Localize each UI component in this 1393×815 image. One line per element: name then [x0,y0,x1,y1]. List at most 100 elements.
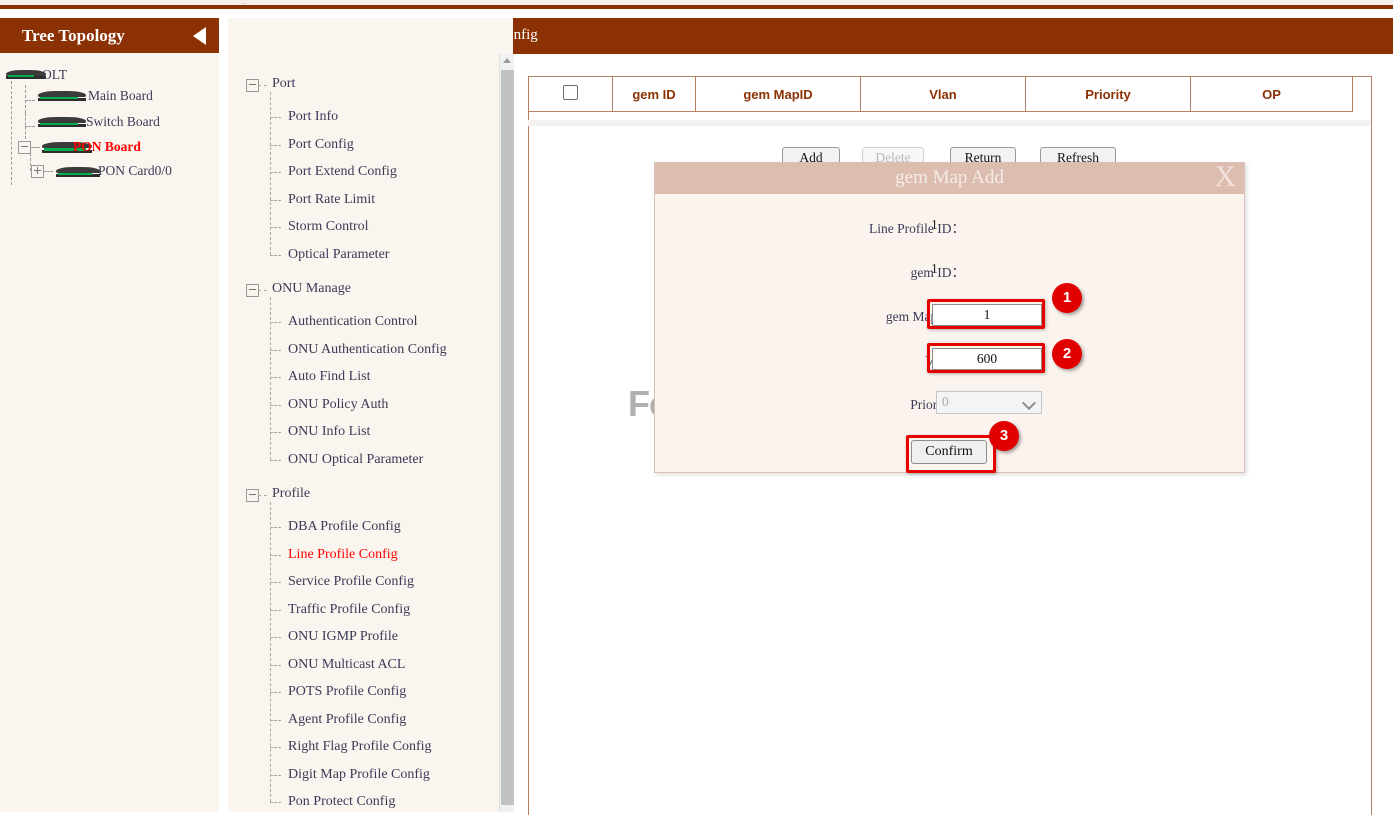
menu-connector [270,350,281,351]
menu-item-traffic-profile-config[interactable]: Traffic Profile Config [288,602,410,618]
navigation-menu-body: Port Port Info Port Config Port Extend Conf… [228,54,513,812]
menu-group-onu-manage[interactable]: ONU Manage [272,281,351,297]
menu-item-onu-policy-auth[interactable]: ONU Policy Auth [288,397,388,413]
vlan-input[interactable] [932,348,1042,370]
menu-item-pots-profile-config[interactable]: POTS Profile Config [288,684,406,700]
menu-scrollbar[interactable] [499,54,515,812]
menu-connector [270,775,281,776]
tree-node-pon-board[interactable]: PON Board [73,138,141,155]
device-icon [38,115,86,127]
dialog-title-bar: gem Map Add X [655,163,1244,194]
table-underline [528,120,1370,126]
menu-connector [258,290,267,291]
menu-item-port-extend-config[interactable]: Port Extend Config [288,164,397,180]
tree-node-label: PON Card0/0 [98,163,172,178]
field-label-text: Line Profile ID [869,221,951,236]
menu-item-right-flag-profile-config[interactable]: Right Flag Profile Config [288,739,432,755]
menu-item-authentication-control[interactable]: Authentication Control [288,314,417,330]
field-separator: ： [952,265,966,280]
menu-connector [270,460,281,461]
tree-topology-header: Tree Topology [0,18,219,53]
menu-connector [270,610,281,611]
menu-group-profile[interactable]: Profile [272,486,310,502]
navigation-menu-panel: Port Port Info Port Config Port Extend Conf… [228,18,513,812]
tree-node-pon-card[interactable]: PON Card0/0 [98,162,172,179]
column-header[interactable]: gem MapID [696,77,861,112]
chevron-down-icon [1022,396,1036,410]
scroll-up-arrow-icon[interactable] [503,58,511,63]
field-separator: ： [952,221,966,236]
table-header-row: gem ID gem MapID Vlan Priority OP [529,77,1353,112]
tree-connector [25,85,26,113]
priority-selected-value: 0 [942,394,949,410]
tree-connector [30,147,40,148]
menu-connector [270,527,281,528]
menu-group-port[interactable]: Port [272,76,295,92]
menu-connector [270,555,281,556]
menu-item-storm-control[interactable]: Storm Control [288,219,369,235]
menu-item-auto-find-list[interactable]: Auto Find List [288,369,370,385]
tree-connector [11,81,12,185]
menu-item-dba-profile-config[interactable]: DBA Profile Config [288,519,401,535]
menu-connector [270,145,281,146]
menu-item-service-profile-config[interactable]: Service Profile Config [288,574,414,590]
gem-mapid-input[interactable] [932,304,1042,326]
gem-id-value: 1 [931,261,938,277]
menu-item-pon-protect-config[interactable]: Pon Protect Config [288,794,395,810]
line-profile-id-value: 1 [931,217,938,233]
column-header[interactable]: OP [1191,77,1353,112]
scrollbar-thumb[interactable] [501,70,514,805]
menu-connector [270,502,271,802]
tree-node-label: Switch Board [86,114,160,129]
priority-select[interactable]: 0 [936,391,1042,414]
tree-topology-panel: Tree Topology OLT Main Board Switch Boar… [0,18,219,812]
menu-item-line-profile-config[interactable]: Line Profile Config [288,547,398,563]
menu-item-agent-profile-config[interactable]: Agent Profile Config [288,712,406,728]
menu-item-onu-info-list[interactable]: ONU Info List [288,424,370,440]
menu-connector [270,227,281,228]
menu-connector [270,720,281,721]
close-icon[interactable]: X [1214,161,1236,193]
menu-item-port-config[interactable]: Port Config [288,137,354,153]
menu-connector [270,172,281,173]
tree-node-olt[interactable]: OLT [42,66,67,83]
menu-connector [270,255,281,256]
menu-connector [270,377,281,378]
tree-connector [25,100,35,101]
annotation-badge-3: 3 [989,421,1019,451]
priority-label: Priority： [765,393,965,413]
tree-node-main-board[interactable]: Main Board [88,87,153,104]
top-gap-band [0,9,1393,18]
column-header[interactable]: Priority [1026,77,1191,112]
device-icon [38,89,86,101]
menu-connector [270,692,281,693]
tree-node-label: OLT [42,67,67,82]
column-header[interactable]: gem ID [613,77,696,112]
menu-item-onu-igmp-profile[interactable]: ONU IGMP Profile [288,629,398,645]
tree-connector [25,126,35,127]
dialog-title: gem Map Add [655,167,1244,189]
tree-connector [25,113,26,139]
gem-map-add-dialog: gem Map Add X Line Profile ID： 1 gem ID：… [654,162,1245,473]
menu-connector [270,297,271,460]
tree-node-label: PON Board [73,139,141,154]
menu-item-onu-authentication-config[interactable]: ONU Authentication Config [288,342,447,358]
select-all-checkbox[interactable] [563,85,578,100]
menu-item-port-info[interactable]: Port Info [288,109,338,125]
menu-item-digit-map-profile-config[interactable]: Digit Map Profile Config [288,767,430,783]
menu-connector [270,582,281,583]
clipped-top-text: . [243,0,245,4]
annotation-badge-1: 1 [1052,283,1082,313]
column-header[interactable]: Vlan [861,77,1026,112]
menu-item-optical-parameter[interactable]: Optical Parameter [288,247,389,263]
menu-connector [270,92,271,255]
menu-connector [258,85,267,86]
confirm-button[interactable]: Confirm [911,440,987,464]
annotation-badge-2: 2 [1052,339,1082,369]
menu-item-onu-multicast-acl[interactable]: ONU Multicast ACL [288,657,405,673]
tree-topology-title: Tree Topology [22,26,125,46]
menu-item-port-rate-limit[interactable]: Port Rate Limit [288,192,375,208]
tree-node-switch-board[interactable]: Switch Board [86,113,160,130]
menu-item-onu-optical-parameter[interactable]: ONU Optical Parameter [288,452,423,468]
collapse-left-triangle-icon[interactable] [193,27,206,45]
